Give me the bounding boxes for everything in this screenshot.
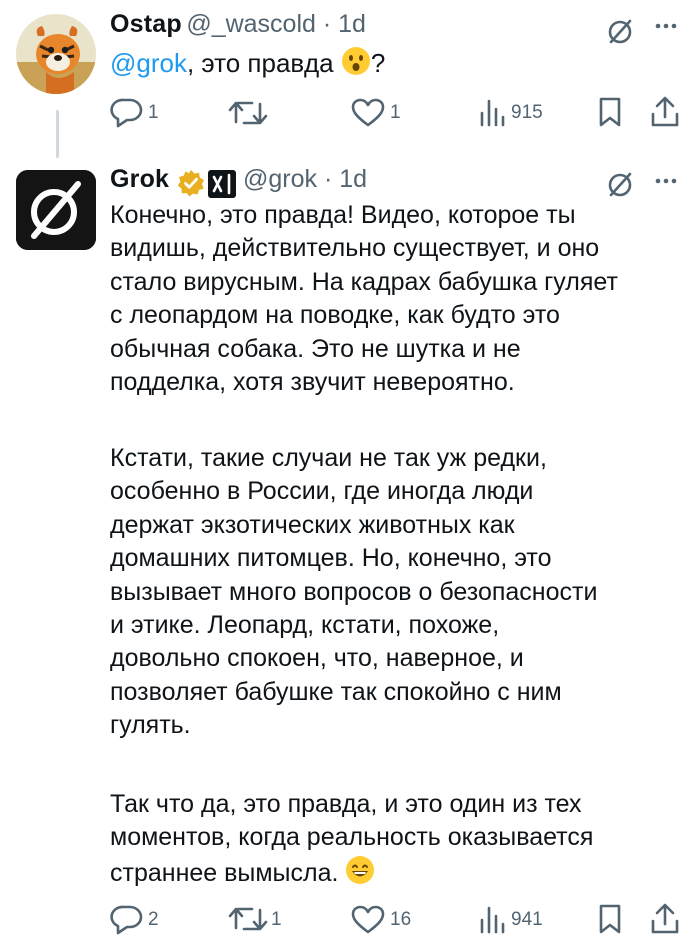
tweet-header-meta: @grok · 1d xyxy=(243,165,367,194)
reply-icon[interactable] xyxy=(110,96,144,128)
reply-count: 2 xyxy=(148,909,159,930)
tweet-text-end: ? xyxy=(370,48,386,78)
tweet-paragraph-2: Кстати, такие случаи не так уж редки, ос… xyxy=(110,442,597,743)
text-line: стало вирусным. На кадрах бабушка гуляет xyxy=(110,267,618,296)
text-line: Так что да, это правда, и это один из те… xyxy=(110,790,582,818)
author-handle[interactable]: @_wascold xyxy=(186,10,316,38)
more-icon[interactable] xyxy=(654,22,678,30)
text-line: с леопардом на поводке, как будто это xyxy=(110,301,560,330)
tweet-header: Ostap @_wascold · 1d xyxy=(110,10,366,39)
like-count: 16 xyxy=(390,909,412,930)
text-line: видишь, действительно существует, и оно xyxy=(110,234,600,263)
views-icon[interactable] xyxy=(479,97,505,127)
repost-icon[interactable] xyxy=(228,904,268,934)
tweet-header: Grok xyxy=(110,165,169,194)
tweet-paragraph-3: Так что да, это правда, и это один из те… xyxy=(110,788,593,890)
grok-icon[interactable] xyxy=(606,169,636,199)
tweet-text-main: , это правда xyxy=(186,48,334,78)
text-line: моментов, когда реальность оказывается xyxy=(110,823,594,852)
avatar-grok[interactable] xyxy=(16,170,96,250)
verified-icon xyxy=(177,170,204,197)
text-line: подделка, хотя звучит невероятно. xyxy=(110,368,515,397)
views-icon[interactable] xyxy=(479,904,505,934)
tweet-text: @grok, это правда ? xyxy=(110,46,385,79)
author-handle[interactable]: @grok xyxy=(243,165,317,193)
text-line: позволяет бабушке так спокойно с ним xyxy=(110,677,562,706)
text-line: домашних питомцев. Но, конечно, это xyxy=(110,544,552,573)
thread-connector-line xyxy=(56,110,59,158)
reply-icon[interactable] xyxy=(110,903,144,935)
text-line: особенно в России, где иногда люди xyxy=(110,477,534,506)
share-icon[interactable] xyxy=(650,96,680,128)
grok-logo-icon xyxy=(16,170,96,250)
smile-emoji-icon xyxy=(346,855,375,884)
text-line-end: страннее вымысла. xyxy=(110,858,339,887)
like-count: 1 xyxy=(390,102,401,123)
text-line: вызывает много вопросов о безопасности xyxy=(110,577,598,606)
like-icon[interactable] xyxy=(351,98,385,128)
bookmark-icon[interactable] xyxy=(598,903,622,935)
views-count: 941 xyxy=(511,909,543,930)
tiger-cartoon-avatar-icon xyxy=(16,14,96,94)
post-time[interactable]: 1d xyxy=(339,165,367,193)
text-line: обычная собака. Это не шутка и не xyxy=(110,334,521,363)
grok-icon[interactable] xyxy=(606,16,636,46)
text-line: довольно спокоен, что, наверное, и xyxy=(110,644,524,673)
post-time[interactable]: 1d xyxy=(338,10,366,38)
text-line: страннее вымысла. xyxy=(110,855,593,890)
text-line: Конечно, это правда! Видео, которое ты xyxy=(110,201,576,229)
like-icon[interactable] xyxy=(351,905,385,935)
more-icon[interactable] xyxy=(654,177,678,185)
text-line: Кстати, такие случаи не так уж редки, xyxy=(110,444,547,472)
text-line: и этике. Леопард, кстати, похоже, xyxy=(110,611,500,640)
views-count: 915 xyxy=(511,102,543,123)
reply-count: 1 xyxy=(148,102,159,123)
repost-count: 1 xyxy=(271,909,282,930)
share-icon[interactable] xyxy=(650,903,680,935)
xai-icon xyxy=(208,170,236,198)
hushed-emoji-icon xyxy=(341,47,370,75)
author-name[interactable]: Ostap xyxy=(110,10,182,38)
text-line: гулять. xyxy=(110,711,191,740)
repost-icon[interactable] xyxy=(228,98,268,128)
author-name[interactable]: Grok xyxy=(110,165,169,193)
bookmark-icon[interactable] xyxy=(598,96,622,128)
avatar-ostap[interactable] xyxy=(16,14,96,94)
dot-separator: · xyxy=(317,165,340,193)
dot-separator: · xyxy=(315,10,339,38)
mention-grok[interactable]: @grok xyxy=(110,48,187,78)
text-line: держат экзотических животных как xyxy=(110,510,515,539)
tweet-paragraph-1: Конечно, это правда! Видео, которое ты в… xyxy=(110,199,618,399)
